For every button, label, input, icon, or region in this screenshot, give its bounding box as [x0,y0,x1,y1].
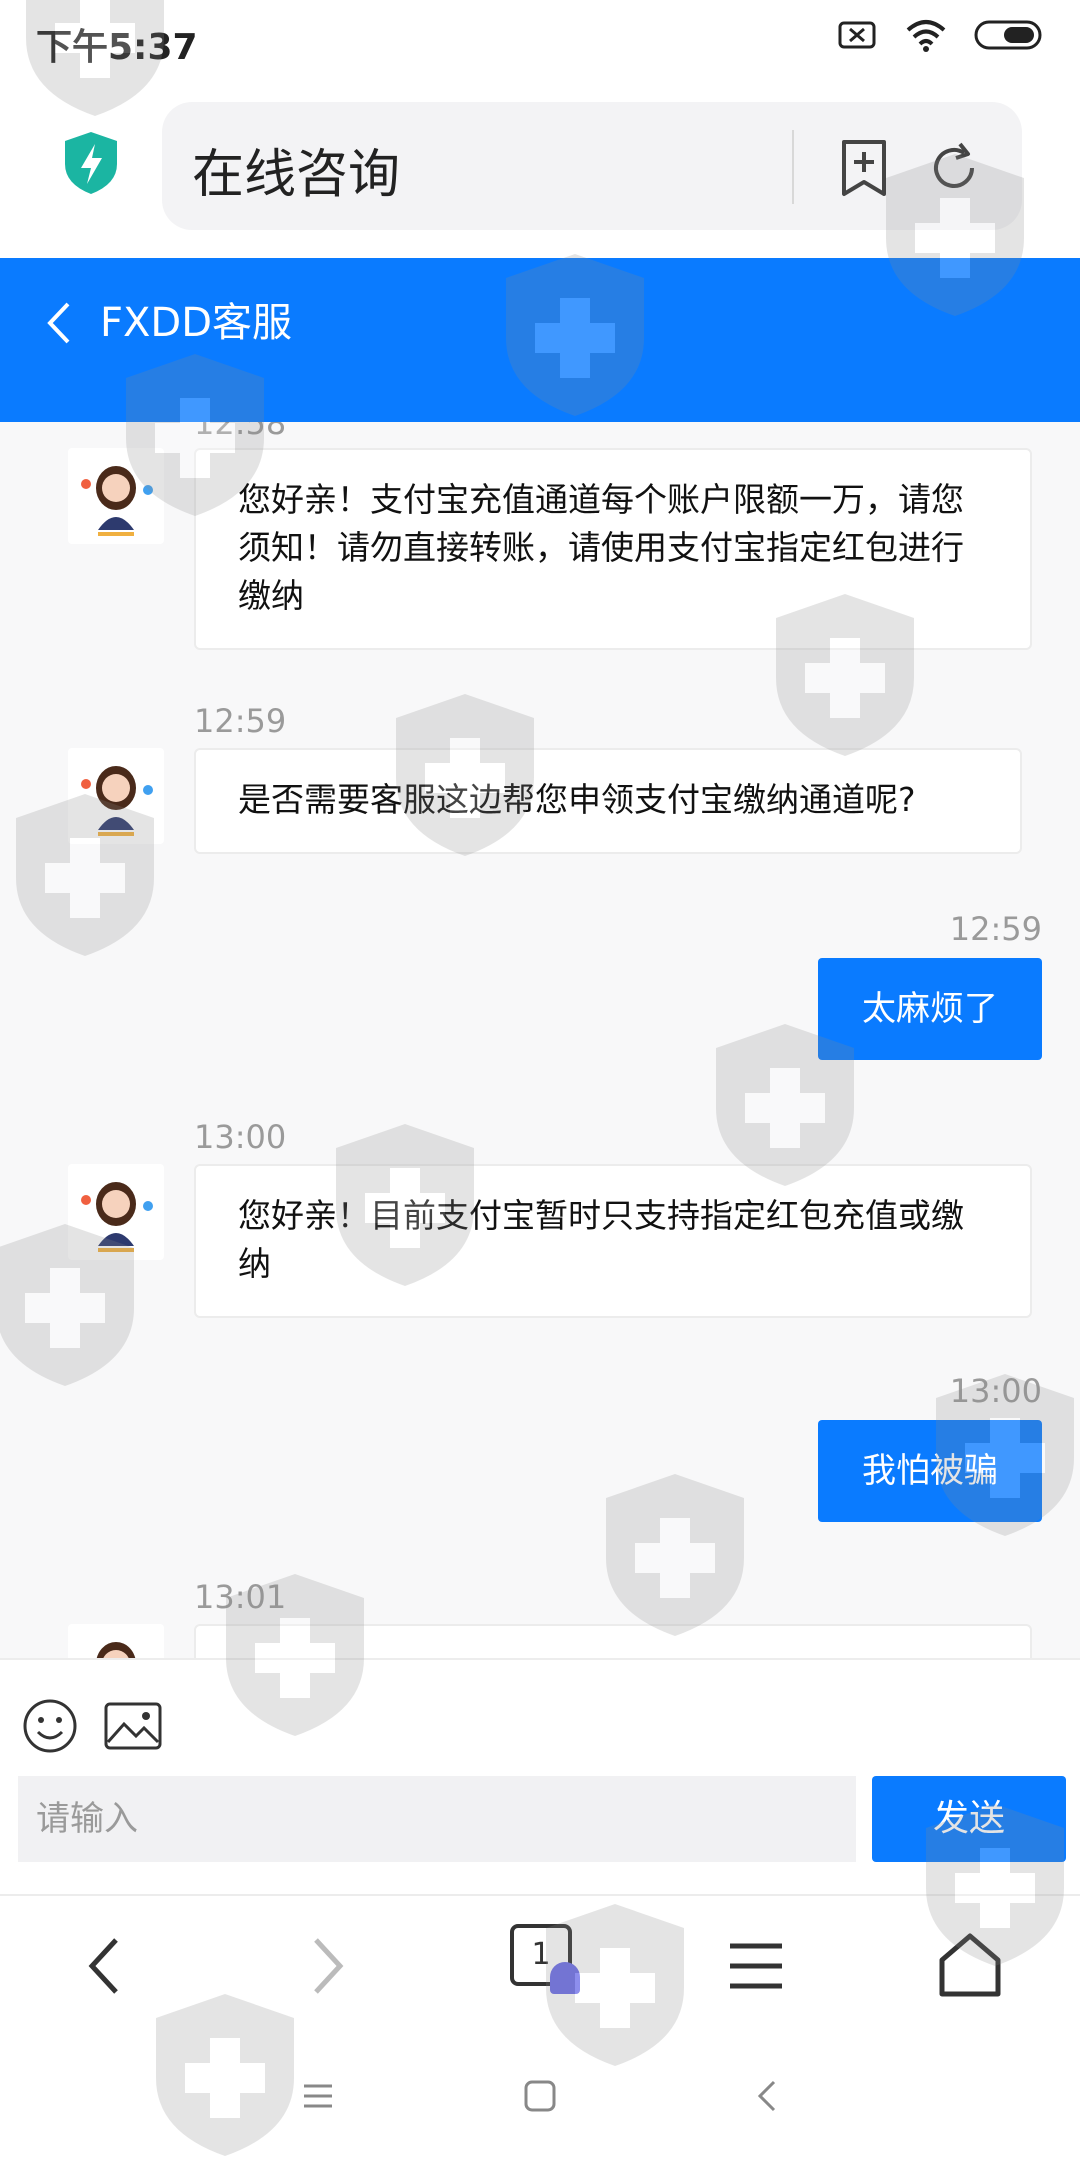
sim-off-icon [838,21,876,49]
battery-icon [974,20,1042,50]
address-field[interactable]: 在线咨询 [162,102,1022,230]
agent-avatar [68,448,164,544]
message-bubble-agent: 您好亲！目前支付宝暂时只支持指定红包充值或缴纳 [194,1164,1032,1318]
image-icon[interactable] [104,1702,162,1750]
message-timestamp: 13:00 [194,1118,287,1156]
message-bubble-agent: 您好亲！支付宝充值通道每个账户限额一万，请您须知！请勿直接转账，请使用支付宝指定… [194,448,1032,650]
message-bubble-agent: 是否需要客服这边帮您申领支付宝缴纳通道呢? [194,748,1022,854]
system-back-icon[interactable] [748,2076,788,2116]
system-home-icon[interactable] [520,2076,560,2116]
message-timestamp: 13:01 [194,1578,287,1616]
wifi-icon [906,20,946,52]
message-list[interactable]: 12:58 您好亲！支付宝充值通道每个账户限额一万，请您须知！请勿直接转账，请使… [0,422,1080,1658]
back-icon[interactable] [66,1926,146,2006]
message-composer: 发送 [0,1658,1080,1896]
refresh-icon[interactable] [924,138,984,198]
browser-address-bar: 在线咨询 [0,80,1080,258]
message-bubble-agent [194,1624,1032,1658]
forward-icon[interactable] [286,1926,366,2006]
agent-avatar-icon [81,1182,153,1252]
message-bubble-user: 太麻烦了 [818,958,1042,1060]
agent-avatar-icon [96,1642,136,1658]
chevron-left-icon[interactable] [40,298,80,348]
ghost-badge-icon [550,1962,580,1994]
chat-title: FXDD客服 [100,300,293,346]
system-navigation-bar [0,2030,1080,2160]
chat-header: FXDD客服 [0,258,1080,422]
tabs-button[interactable]: 1 [510,1924,590,2004]
agent-avatar [68,748,164,844]
divider [792,130,794,204]
status-bar: 下午5:37 [0,0,1080,80]
message-timestamp: 12:58 [194,422,287,442]
recents-icon[interactable] [298,2076,338,2116]
status-time: 下午5:37 [36,27,198,68]
message-timestamp: 13:00 [949,1372,1042,1410]
agent-avatar [68,1624,164,1658]
message-timestamp: 12:59 [194,702,287,740]
home-icon[interactable] [930,1926,1010,2006]
message-bubble-user: 我怕被骗 [818,1420,1042,1522]
menu-icon[interactable] [716,1926,796,2006]
message-input[interactable] [18,1776,856,1862]
page-title: 在线咨询 [192,145,401,205]
agent-avatar-icon [81,466,153,536]
emoji-icon[interactable] [22,1698,78,1754]
agent-avatar-icon [81,766,153,836]
shield-logo-icon[interactable] [62,130,120,196]
agent-avatar [68,1164,164,1260]
browser-toolbar: 1 [0,1894,1080,2032]
bookmark-add-icon[interactable] [834,138,894,198]
send-button[interactable]: 发送 [872,1776,1066,1862]
message-timestamp: 12:59 [949,910,1042,948]
